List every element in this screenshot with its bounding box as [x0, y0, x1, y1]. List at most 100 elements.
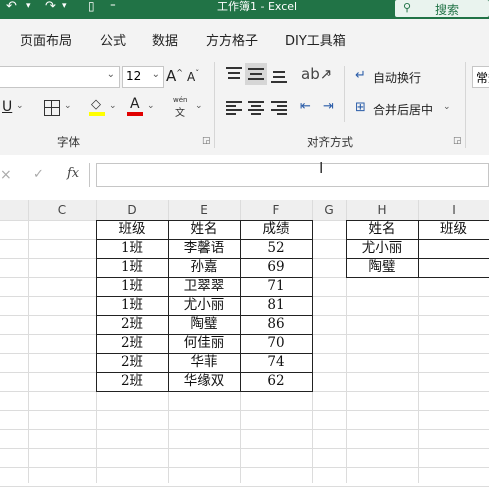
undo-icon[interactable]: ↶ [6, 0, 17, 13]
font-size-combo[interactable]: 12 ⌄ [122, 66, 164, 88]
increase-indent-icon[interactable]: ⇥ [323, 99, 334, 114]
table1-cell[interactable]: 71 [240, 277, 312, 296]
table1-cell[interactable]: 1班 [96, 296, 168, 315]
table2-header-cell[interactable]: 班级 [418, 220, 489, 239]
cell-border [346, 277, 489, 278]
table1-cell[interactable]: 81 [240, 296, 312, 315]
qat-customize-icon[interactable]: ⁼ [110, 0, 116, 13]
align-right-icon[interactable] [271, 101, 287, 115]
formula-input[interactable] [96, 163, 489, 187]
merge-center-button[interactable]: ⊞ 合并后居中 [355, 100, 433, 117]
table1-cell[interactable]: 陶璧 [168, 315, 240, 334]
table2-cell[interactable] [418, 258, 489, 277]
cell-border [96, 220, 313, 221]
table1-cell[interactable]: 74 [240, 353, 312, 372]
chevron-down-icon: ⌄ [106, 69, 115, 80]
wrap-text-icon: ↵ [355, 68, 366, 83]
font-color-icon[interactable]: A [127, 96, 143, 116]
alignment-dialog-launcher-icon[interactable]: ◲ [453, 136, 462, 146]
table1-cell[interactable]: 62 [240, 372, 312, 391]
table1-header-cell[interactable]: 姓名 [168, 220, 240, 239]
cancel-icon[interactable]: × [0, 167, 12, 183]
borders-icon[interactable] [44, 100, 60, 116]
column-header-f[interactable]: F [240, 203, 312, 217]
column-header-d[interactable]: D [96, 203, 168, 217]
phonetic-guide-icon[interactable]: wén 文 [171, 96, 191, 119]
table1-cell[interactable]: 华缘双 [168, 372, 240, 391]
wrap-text-label: 自动换行 [373, 71, 422, 85]
table1-cell[interactable]: 86 [240, 315, 312, 334]
table1-cell[interactable]: 孙嘉 [168, 258, 240, 277]
redo-dropdown-icon[interactable]: ▾ [62, 0, 67, 13]
table1-cell[interactable]: 李馨语 [168, 239, 240, 258]
search-label: 搜索 [435, 3, 460, 17]
table1-header-cell[interactable]: 班级 [96, 220, 168, 239]
table1-cell[interactable]: 2班 [96, 353, 168, 372]
enter-icon[interactable]: ✓ [33, 167, 44, 182]
borders-dropdown-icon[interactable]: ⌄ [64, 101, 72, 111]
underline-icon[interactable]: U [2, 99, 12, 115]
underline-dropdown-icon[interactable]: ⌄ [16, 101, 24, 111]
print-preview-icon[interactable]: ▯ [88, 0, 95, 13]
align-top-icon[interactable] [226, 67, 242, 81]
column-header-c[interactable]: C [28, 203, 96, 217]
table2-cell[interactable]: 陶璧 [346, 258, 418, 277]
cell-border [168, 220, 169, 391]
column-header-h[interactable]: H [346, 203, 418, 217]
decrease-indent-icon[interactable]: ⇤ [300, 99, 311, 114]
increase-font-size-icon[interactable]: A^ [166, 67, 183, 85]
tab-page-layout[interactable]: 页面布局 [20, 30, 72, 49]
font-name-combo[interactable]: ⌄ [0, 66, 120, 88]
cell-border [96, 296, 313, 297]
merge-dropdown-icon[interactable]: ⌄ [443, 102, 451, 112]
align-middle-icon[interactable] [245, 63, 267, 85]
table1-cell[interactable]: 华菲 [168, 353, 240, 372]
decrease-font-size-icon[interactable]: Aˇ [187, 69, 199, 84]
wrap-text-button[interactable]: ↵ 自动换行 [355, 68, 421, 85]
align-center-icon[interactable] [248, 101, 264, 115]
redo-icon[interactable]: ↷ [45, 0, 56, 13]
tab-data[interactable]: 数据 [152, 30, 178, 49]
row-gridline [0, 467, 489, 468]
font-dialog-launcher-icon[interactable]: ◲ [202, 136, 211, 146]
table1-cell[interactable]: 1班 [96, 258, 168, 277]
orientation-dropdown-icon[interactable]: ⌄ [325, 69, 333, 79]
fill-color-dropdown-icon[interactable]: ⌄ [109, 101, 117, 111]
table2-cell[interactable]: 尤小丽 [346, 239, 418, 258]
column-header-i[interactable]: I [418, 203, 489, 217]
insert-function-icon[interactable]: fx [67, 166, 79, 181]
table2-cell[interactable] [418, 239, 489, 258]
table1-cell[interactable]: 1班 [96, 239, 168, 258]
table1-cell[interactable]: 2班 [96, 315, 168, 334]
decrease-font-letter: A [187, 70, 196, 84]
column-header-e[interactable]: E [168, 203, 240, 217]
table1-header-cell[interactable]: 成绩 [240, 220, 312, 239]
table1-cell[interactable]: 卫翠翠 [168, 277, 240, 296]
table2-header-cell[interactable]: 姓名 [346, 220, 418, 239]
column-header-g[interactable]: G [312, 203, 346, 217]
table1-cell[interactable]: 69 [240, 258, 312, 277]
font-color-dropdown-icon[interactable]: ⌄ [147, 101, 155, 111]
undo-dropdown-icon[interactable]: ▾ [26, 0, 31, 13]
tab-fangfang-grid[interactable]: 方方格子 [206, 30, 258, 49]
formula-bar-separator [89, 163, 90, 187]
table1-cell[interactable]: 2班 [96, 372, 168, 391]
table1-cell[interactable]: 2班 [96, 334, 168, 353]
table1-cell[interactable]: 52 [240, 239, 312, 258]
align-bottom-icon[interactable] [271, 69, 287, 83]
group-separator [465, 62, 466, 148]
table1-cell[interactable]: 1班 [96, 277, 168, 296]
font-group-label: 字体 [57, 135, 80, 149]
search-icon: ⚲ [403, 1, 412, 14]
table1-cell[interactable]: 尤小丽 [168, 296, 240, 315]
table1-cell[interactable]: 70 [240, 334, 312, 353]
tab-diy-toolbox[interactable]: DIY工具箱 [285, 30, 346, 49]
search-box[interactable]: ⚲ 搜索 [395, 0, 489, 17]
tab-formulas[interactable]: 公式 [100, 30, 126, 49]
fill-color-icon[interactable]: ◇ [89, 97, 105, 116]
ribbon-tabs: 页面布局 公式 数据 方方格子 DIY工具箱 [0, 19, 489, 56]
align-left-icon[interactable] [226, 101, 242, 115]
phonetic-dropdown-icon[interactable]: ⌄ [195, 101, 203, 111]
table1-cell[interactable]: 何佳丽 [168, 334, 240, 353]
number-format-combo[interactable]: 常规 [472, 66, 489, 88]
